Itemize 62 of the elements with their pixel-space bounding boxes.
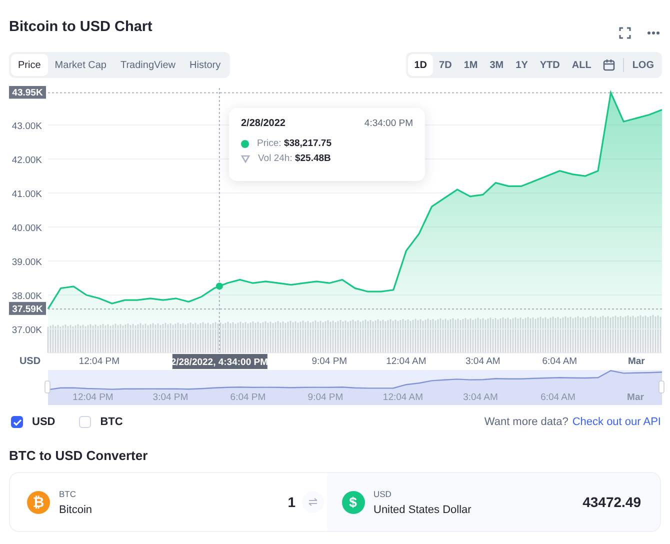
checkmark-icon [12,418,22,426]
view-tab[interactable]: TradingView [113,54,183,76]
x-axis-label: 12:04 AM [386,356,426,367]
high-price-marker: 43.95K [9,86,46,99]
currency-name: United States Dollar [374,504,472,516]
currency-name: Bitcoin [59,504,94,516]
y-axis-label: 43.00K [12,121,42,132]
navigator-label: 6:04 PM [230,392,266,403]
range-button[interactable]: 7D [433,54,458,76]
converter-title: BTC to USD Converter [9,448,149,463]
hover-point [216,282,223,290]
y-axis-label: 38.00K [12,291,42,302]
dollar-icon: $ [342,490,364,514]
range-button[interactable]: ALL [566,54,598,76]
range-button[interactable]: 3M [484,54,510,76]
amount-field[interactable]: 43472.49 [582,494,641,510]
range-navigator[interactable] [44,370,664,405]
api-link[interactable]: Check out our API [572,416,661,428]
navigator-label: 9:04 PM [308,392,344,403]
navigator-label: 3:04 PM [152,392,188,403]
navigator-label: 6:04 AM [540,392,576,403]
view-tab[interactable]: History [182,54,228,76]
amount-field[interactable]: 1 [288,494,296,510]
navigator-label: 12:04 AM [382,392,424,403]
currency-code: USD [374,488,392,498]
price-dot-icon [241,140,249,148]
chart-title: Bitcoin to USD Chart [9,19,152,35]
navigator-label: Mar [627,392,644,403]
y-axis-label: 37.00K [12,325,42,336]
bitcoin-icon: ₿ [27,490,50,514]
y-axis-label: 41.00K [12,189,42,200]
navigator-label: 3:04 AM [463,392,498,403]
range-button[interactable]: 1M [458,54,484,76]
x-axis-label: 9:04 PM [312,356,348,367]
view-tab[interactable]: Market Cap [48,54,114,76]
more-icon[interactable] [647,31,660,35]
currency-checkbox[interactable]: BTC [79,416,123,428]
api-prompt: Want more data? [484,416,568,428]
view-tab[interactable]: Price [11,54,48,76]
tooltip-time: 4:34:00 PM [364,118,413,129]
calendar-icon[interactable] [603,59,616,71]
x-axis-label: 6:04 AM [542,356,578,367]
currency-code: BTC [59,488,77,498]
range-button[interactable]: YTD [534,54,566,76]
low-price-marker: 37.59K [9,302,46,315]
y-axis-label: 42.00K [12,155,42,166]
tooltip-price: Price: $38,217.75 [257,138,332,149]
fullscreen-icon[interactable] [619,27,631,39]
currency-checkbox[interactable]: USD [11,416,56,428]
y-axis-label: 39.00K [12,257,42,268]
tooltip-volume: Vol 24h: $25.48B [258,153,331,164]
tooltip-date: 2/28/2022 [241,118,286,129]
axis-unit: USD [19,356,41,367]
range-button[interactable]: 1Y [510,54,534,76]
y-axis-label: 40.00K [12,223,42,234]
x-axis-label: 12:04 PM [78,356,120,367]
x-axis-label: 3:04 AM [465,356,500,367]
range-button[interactable]: 1D [408,54,434,76]
log-toggle[interactable]: LOG [626,54,660,76]
volume-icon [241,154,250,162]
navigator-label: 12:04 PM [72,392,114,403]
x-axis-label: Mar [628,356,645,367]
